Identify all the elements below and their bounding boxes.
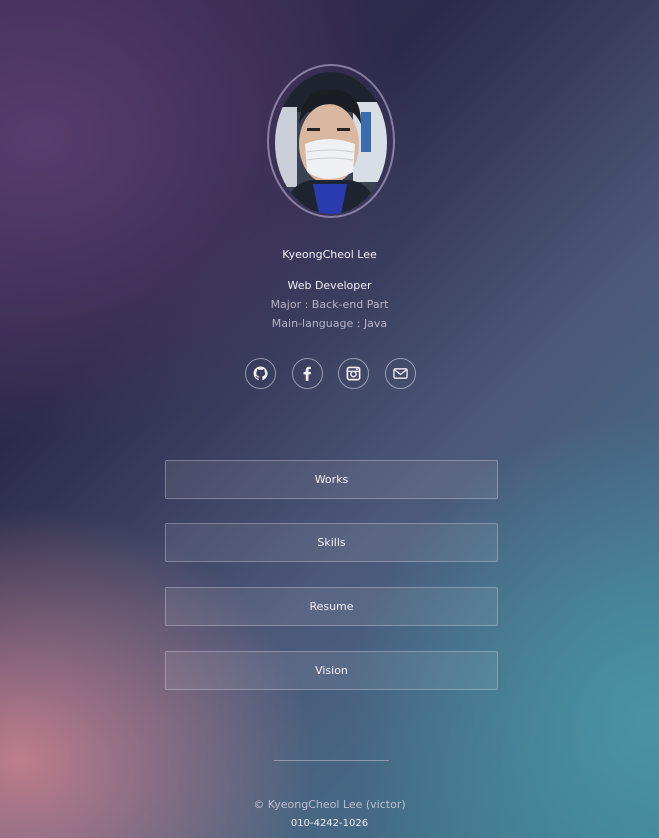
footer-divider [274, 760, 389, 761]
profile-major: Major : Back-end Part [270, 298, 389, 311]
footer-phone: 010-4242-1026 [290, 818, 369, 829]
mail-icon [393, 368, 408, 379]
facebook-icon [303, 366, 311, 381]
instagram-link[interactable] [338, 358, 369, 389]
mail-link[interactable] [385, 358, 416, 389]
skills-button[interactable]: Skills [165, 523, 498, 562]
profile-page: KyeongCheol Lee Web Developer Major : Ba… [0, 0, 659, 838]
profile-title: Web Developer [287, 279, 372, 292]
footer-copyright: © KyeongCheol Lee (victor) [253, 798, 406, 811]
profile-language: Main-language : Java [271, 317, 388, 330]
github-link[interactable] [245, 358, 276, 389]
facebook-link[interactable] [292, 358, 323, 389]
profile-name: KyeongCheol Lee [282, 248, 377, 261]
vision-button[interactable]: Vision [165, 651, 498, 690]
github-icon [253, 366, 268, 381]
resume-button[interactable]: Resume [165, 587, 498, 626]
works-button[interactable]: Works [165, 460, 498, 499]
avatar [275, 72, 387, 214]
instagram-icon [346, 366, 361, 381]
